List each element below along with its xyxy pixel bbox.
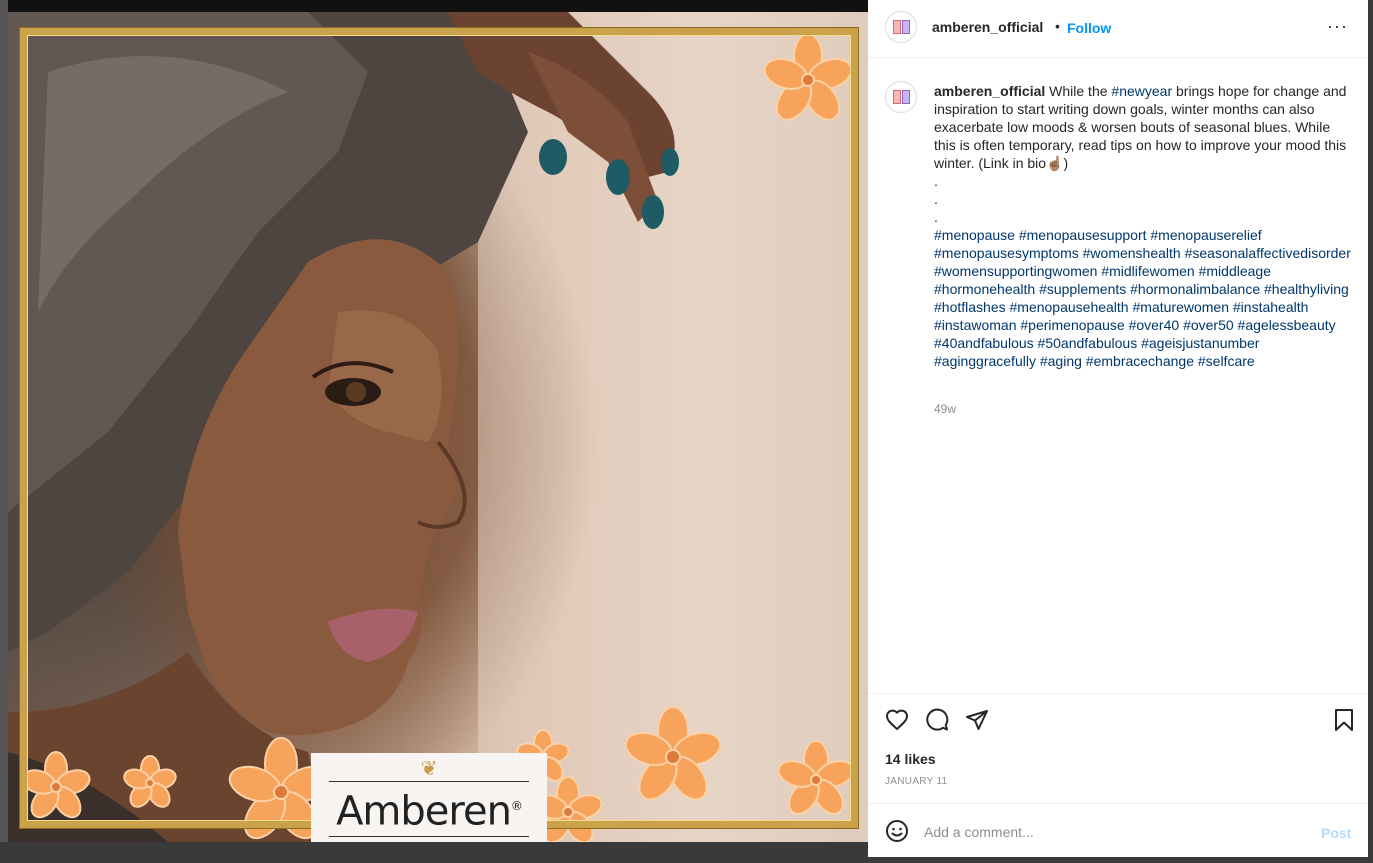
caption-avatar[interactable] xyxy=(885,81,917,113)
gold-frame xyxy=(20,28,858,828)
caption-username[interactable]: amberen_official xyxy=(934,83,1045,99)
post-header: amberen_official • Follow ··· xyxy=(868,0,1368,58)
caption: amberen_official While the #newyear brin… xyxy=(934,82,1354,370)
header-separator: • xyxy=(1055,18,1060,34)
header-username[interactable]: amberen_official xyxy=(932,19,1043,35)
hashtag-link[interactable]: #supplements xyxy=(1039,281,1126,297)
hashtag-link[interactable]: #hormonehealth xyxy=(934,281,1035,297)
backdrop-top xyxy=(0,0,868,12)
hashtag-link[interactable]: #hotflashes xyxy=(934,299,1006,315)
caption-dot: . xyxy=(934,191,938,207)
hashtag-link[interactable]: #midlifewomen xyxy=(1101,263,1194,279)
hashtag-link[interactable]: #womensupportingwomen xyxy=(934,263,1097,279)
hashtag-link[interactable]: #healthyliving xyxy=(1264,281,1349,297)
avatar[interactable] xyxy=(885,11,917,43)
comment-icon[interactable] xyxy=(925,708,949,732)
heart-icon[interactable] xyxy=(885,708,909,732)
hashtag-link[interactable]: #aging xyxy=(1040,353,1082,369)
brand-rule-top xyxy=(329,781,529,783)
hashtag-link[interactable]: #menopausesymptoms xyxy=(934,245,1079,261)
caption-dot: . xyxy=(934,209,938,225)
brand-name: Amberen xyxy=(336,788,512,835)
hashtag-link[interactable]: #50andfabulous xyxy=(1038,335,1138,351)
hashtag-link[interactable]: #ageisjustanumber xyxy=(1141,335,1259,351)
brand-logo: ❦ Amberen® xyxy=(311,753,547,842)
brand-mark: ® xyxy=(510,799,523,814)
post-image[interactable]: ❦ Amberen® xyxy=(8,12,868,842)
hashtag-link[interactable]: #maturewomen xyxy=(1133,299,1230,315)
more-options-icon[interactable]: ··· xyxy=(1327,16,1348,37)
hashtag-link[interactable]: #seasonalaffectivedisorder xyxy=(1185,245,1351,261)
hashtag-link[interactable]: #menopausehealth xyxy=(1010,299,1129,315)
action-bar: 14 likes JANUARY 11 xyxy=(868,693,1368,803)
share-icon[interactable] xyxy=(965,708,989,732)
comments-area[interactable]: amberen_official While the #newyear brin… xyxy=(868,58,1368,693)
butterfly-icon: ❦ xyxy=(420,758,438,781)
caption-dot: . xyxy=(934,173,938,189)
hashtag-list: #menopause #menopausesupport #menopauser… xyxy=(934,227,1351,369)
hashtag-link[interactable]: #aginggracefully xyxy=(934,353,1036,369)
hashtag-link[interactable]: #hormonalimbalance xyxy=(1130,281,1260,297)
hashtag-link[interactable]: #instahealth xyxy=(1233,299,1309,315)
emoji-icon[interactable] xyxy=(885,819,909,843)
brand-rule-bottom xyxy=(329,835,529,837)
hashtag-link[interactable]: #over40 xyxy=(1129,317,1180,333)
backdrop-right xyxy=(1368,0,1373,863)
add-comment-bar: Post xyxy=(868,803,1368,857)
hashtag-link[interactable]: #menopausesupport xyxy=(1019,227,1147,243)
hashtag-link[interactable]: #selfcare xyxy=(1198,353,1255,369)
hashtag-link[interactable]: #40andfabulous xyxy=(934,335,1034,351)
backdrop-left xyxy=(0,0,8,863)
likes-count[interactable]: 14 likes xyxy=(885,751,936,767)
hashtag-link[interactable]: #embracechange xyxy=(1086,353,1194,369)
hashtag-link[interactable]: #perimenopause xyxy=(1020,317,1124,333)
post-age[interactable]: 49w xyxy=(934,402,956,416)
hashtag-link[interactable]: #instawoman xyxy=(934,317,1017,333)
post-date[interactable]: JANUARY 11 xyxy=(885,776,947,787)
hashtag-link[interactable]: #womenshealth xyxy=(1083,245,1181,261)
bookmark-icon[interactable] xyxy=(1332,708,1356,732)
hashtag-link[interactable]: #menopause xyxy=(934,227,1015,243)
hashtag-link[interactable]: #newyear xyxy=(1111,83,1172,99)
hashtag-link[interactable]: #over50 xyxy=(1183,317,1234,333)
hashtag-link[interactable]: #middleage xyxy=(1199,263,1271,279)
hashtag-link[interactable]: #agelessbeauty xyxy=(1238,317,1336,333)
post-comment-button[interactable]: Post xyxy=(1321,825,1351,841)
caption-text-before: While the xyxy=(1049,83,1112,99)
post-side-panel: amberen_official • Follow ··· amberen_of… xyxy=(868,0,1368,857)
hashtag-link[interactable]: #menopauserelief xyxy=(1150,227,1261,243)
comment-input[interactable] xyxy=(924,820,1294,844)
follow-button[interactable]: Follow xyxy=(1067,20,1111,36)
